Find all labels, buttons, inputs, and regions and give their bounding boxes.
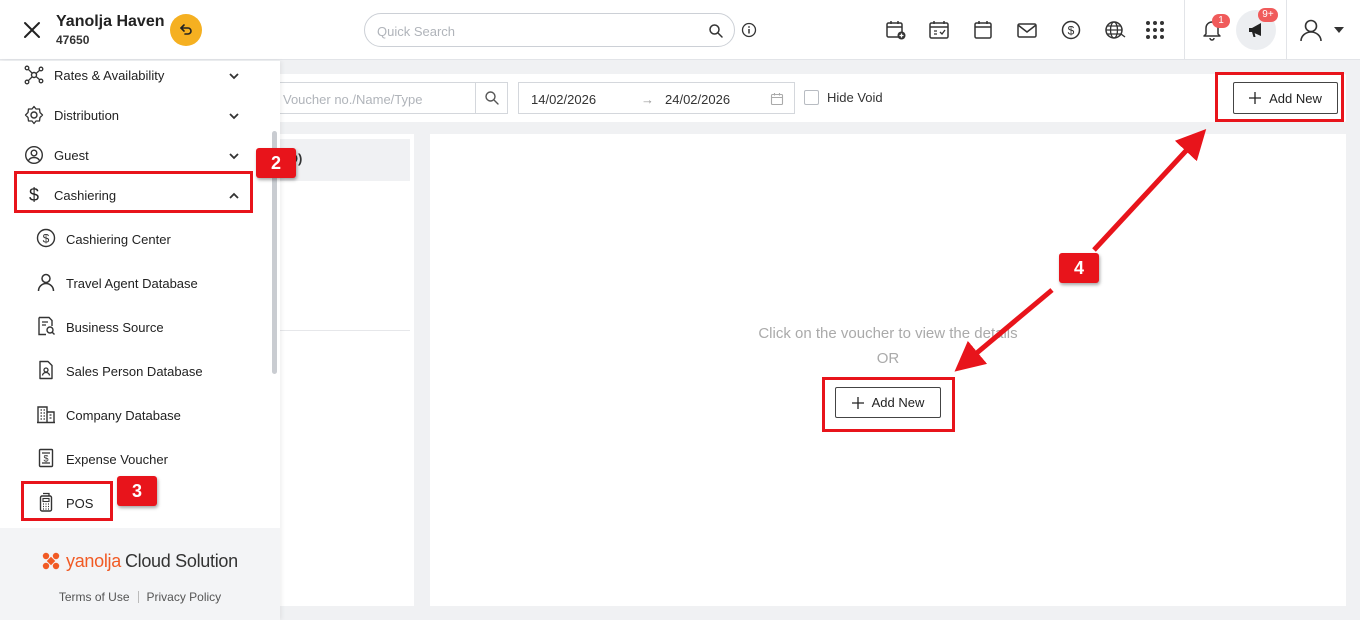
- annotation-arrows: [954, 129, 1207, 372]
- arrow-to-top-add-new: [1092, 129, 1207, 252]
- arrow-to-center-add-new: [954, 288, 1054, 372]
